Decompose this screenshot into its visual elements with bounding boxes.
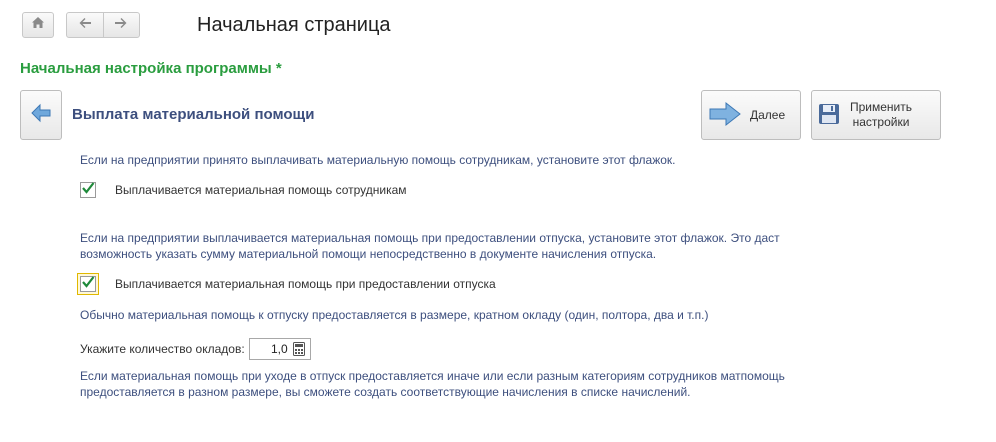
page-title: Начальная страница bbox=[197, 14, 391, 36]
material-aid-checkbox-label: Выплачивается материальная помощь сотруд… bbox=[115, 183, 407, 197]
check-icon bbox=[81, 181, 95, 200]
material-aid-checkbox[interactable] bbox=[80, 181, 96, 200]
salary-count-input[interactable] bbox=[249, 342, 290, 356]
save-icon bbox=[818, 103, 840, 128]
arrow-right-icon bbox=[708, 101, 742, 130]
hint-text-3: Обычно материальная помощь к отпуску пре… bbox=[80, 308, 709, 322]
calculator-icon[interactable] bbox=[290, 340, 308, 358]
home-button[interactable] bbox=[22, 12, 54, 38]
section-title: Начальная настройка программы * bbox=[20, 60, 282, 77]
vacation-aid-checkbox[interactable] bbox=[80, 275, 96, 294]
material-aid-checkbox-row[interactable]: Выплачивается материальная помощь сотруд… bbox=[80, 181, 407, 200]
arrow-right-icon bbox=[114, 16, 128, 34]
salary-count-label: Укажите количество окладов: bbox=[80, 342, 245, 356]
arrow-left-icon bbox=[78, 16, 92, 34]
hint-text-1: Если на предприятии принято выплачивать … bbox=[80, 153, 676, 167]
back-button[interactable] bbox=[20, 90, 62, 140]
forward-history-button[interactable] bbox=[104, 13, 140, 37]
apply-settings-label: Применить настройки bbox=[850, 100, 913, 129]
back-history-button[interactable] bbox=[67, 13, 104, 37]
step-title: Выплата материальной помощи bbox=[72, 106, 315, 123]
vacation-aid-checkbox-label: Выплачивается материальная помощь при пр… bbox=[115, 277, 496, 291]
vacation-aid-checkbox-focus bbox=[77, 273, 99, 295]
next-button[interactable]: Далее bbox=[701, 90, 801, 140]
vacation-aid-checkbox-row[interactable]: Выплачивается материальная помощь при пр… bbox=[77, 273, 496, 295]
check-icon bbox=[81, 275, 95, 294]
hint-text-2: Если на предприятии выплачивается матери… bbox=[80, 231, 780, 261]
apply-settings-button[interactable]: Применить настройки bbox=[811, 90, 941, 140]
hint-text-4: Если материальная помощь при уходе в отп… bbox=[80, 369, 785, 399]
home-icon bbox=[31, 16, 45, 34]
history-nav bbox=[66, 12, 140, 38]
arrow-left-icon bbox=[30, 102, 52, 129]
salary-count-row: Укажите количество окладов: bbox=[80, 338, 311, 360]
salary-count-field[interactable] bbox=[248, 338, 311, 360]
next-button-label: Далее bbox=[750, 108, 786, 122]
